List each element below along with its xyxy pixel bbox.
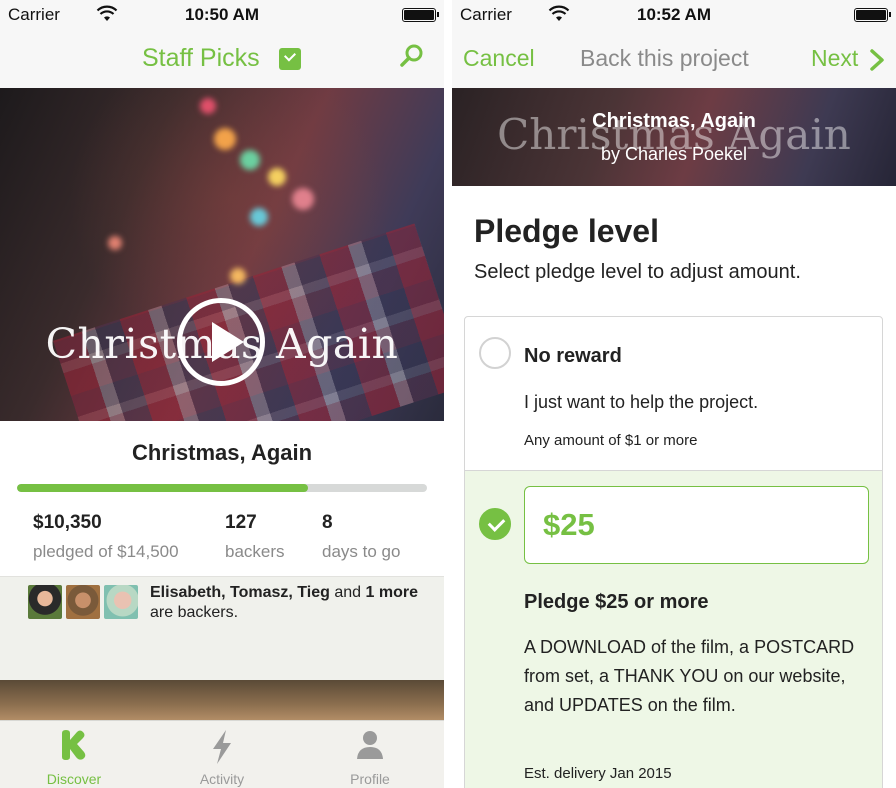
tab-discover[interactable]: Discover: [0, 721, 148, 788]
nav-bar: Cancel Back this project Next: [452, 30, 896, 88]
reward-option-selected[interactable]: $25 Pledge $25 or more A DOWNLOAD of the…: [464, 470, 883, 788]
bokeh-light: [108, 236, 122, 250]
lightning-icon: [213, 730, 231, 764]
radio-checked-icon[interactable]: [479, 508, 511, 540]
reward-description: I just want to help the project.: [524, 392, 759, 412]
kickstarter-k-icon: [62, 730, 86, 760]
tab-activity[interactable]: Activity: [148, 721, 296, 788]
status-bar: Carrier 10:52 AM: [452, 0, 896, 30]
person-icon: [357, 731, 383, 759]
category-dropdown-icon[interactable]: [279, 48, 301, 70]
project-header: Christmas Again Christmas, Again by Char…: [452, 88, 896, 186]
bokeh-light: [240, 150, 260, 170]
pledged-amount: $10,350: [33, 512, 102, 533]
bokeh-light: [214, 128, 236, 150]
radio-unchecked-icon[interactable]: [479, 337, 511, 369]
status-bar: Carrier 10:50 AM: [0, 0, 444, 30]
next-button[interactable]: Next: [811, 45, 858, 72]
pledged-label: pledged of $14,500: [33, 542, 179, 561]
pledged-stat: $10,350 pledged of $14,500: [33, 512, 179, 562]
days-stat: 8 days to go: [322, 512, 400, 562]
nav-bar: Staff Picks: [0, 30, 444, 88]
status-time: 10:50 AM: [184, 5, 259, 24]
pledge-screen: Carrier 10:52 AM Cancel Back this projec…: [452, 0, 896, 788]
funding-progress-bar: [17, 484, 427, 492]
battery-icon: [854, 8, 891, 22]
cancel-button[interactable]: Cancel: [463, 45, 535, 72]
tab-label-activity: Activity: [199, 771, 245, 787]
days-count: 8: [322, 512, 333, 533]
backers-count: 127: [225, 512, 257, 533]
reward-minimum: Any amount of $1 or more: [524, 432, 698, 449]
play-icon[interactable]: [177, 298, 265, 386]
bokeh-light: [200, 98, 216, 114]
friend-more: 1 more: [365, 584, 418, 601]
search-icon[interactable]: [399, 43, 425, 69]
tab-label-discover: Discover: [46, 771, 102, 787]
avatar: [28, 585, 62, 619]
bokeh-light: [292, 188, 314, 210]
reward-delivery: Est. delivery Jan 2015: [524, 765, 672, 782]
backers-stat: 127 backers: [225, 512, 285, 562]
chevron-right-icon[interactable]: [868, 49, 886, 71]
pledge-amount-field[interactable]: $25: [524, 486, 869, 564]
nav-title: Back this project: [580, 45, 749, 71]
page-instructions: Select pledge level to adjust amount.: [474, 261, 801, 283]
battery-icon: [402, 8, 439, 22]
reward-title: Pledge $25 or more: [524, 591, 709, 613]
avatar: [66, 585, 100, 619]
reward-description: A DOWNLOAD of the film, a POSTCARD from …: [524, 637, 855, 715]
days-label: days to go: [322, 542, 401, 561]
next-project-card[interactable]: [0, 680, 444, 720]
reward-title: No reward: [524, 345, 622, 367]
friend-backers[interactable]: Elisabeth, Tomasz, Tieg and 1 more are b…: [0, 576, 444, 680]
funding-progress-fill: [17, 484, 309, 492]
avatar: [104, 585, 138, 619]
friend-names: Elisabeth, Tomasz, Tieg: [150, 584, 330, 601]
category-title[interactable]: Staff Picks: [142, 44, 260, 73]
bokeh-light: [250, 208, 268, 226]
pledge-amount-value[interactable]: $25: [543, 507, 595, 543]
page-title: Pledge level: [474, 213, 659, 249]
tab-bar: Discover Activity Profile: [0, 720, 444, 788]
project-title[interactable]: Christmas, Again: [0, 440, 444, 466]
reward-option-no-reward[interactable]: No reward I just want to help the projec…: [464, 316, 883, 471]
backers-label: backers: [225, 542, 285, 561]
project-title: Christmas, Again: [592, 110, 756, 132]
bokeh-light: [230, 268, 246, 284]
friend-suffix: are backers.: [150, 604, 239, 621]
tab-profile[interactable]: Profile: [296, 721, 444, 788]
friend-and: and: [334, 584, 362, 601]
screen-divider: [444, 0, 452, 788]
project-video[interactable]: Christmas Again: [0, 88, 444, 421]
status-time: 10:52 AM: [636, 5, 711, 24]
project-screen: Carrier 10:50 AM Staff Picks Christmas A…: [0, 0, 444, 788]
friend-backers-text: Elisabeth, Tomasz, Tieg and 1 more are b…: [150, 583, 435, 623]
project-creator: by Charles Poekel: [600, 144, 748, 164]
bokeh-light: [268, 168, 286, 186]
tab-label-profile: Profile: [350, 771, 390, 787]
